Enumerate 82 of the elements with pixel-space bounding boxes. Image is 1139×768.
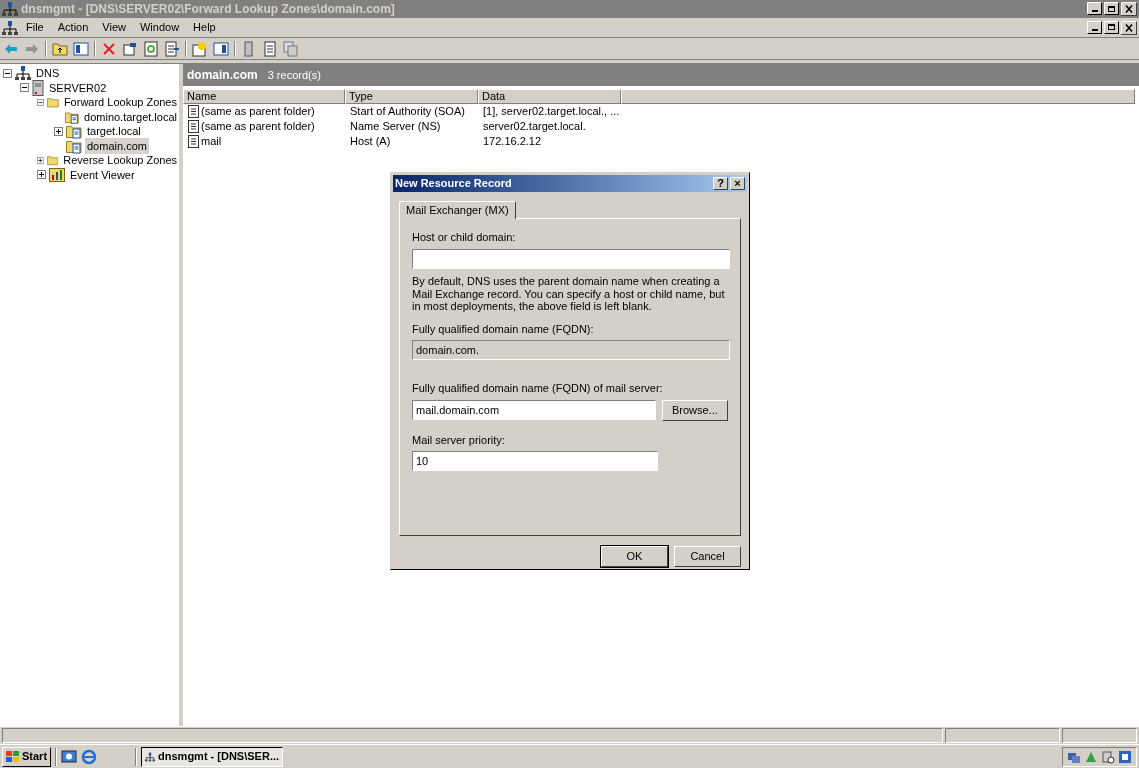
close-button[interactable] — [1121, 2, 1137, 16]
help-button[interactable]: ? — [713, 176, 728, 190]
tree-item[interactable]: Forward Lookup Zones — [61, 94, 179, 111]
collapse-toggle[interactable] — [20, 83, 29, 93]
minimize-button[interactable] — [1087, 2, 1102, 15]
restore-button[interactable] — [1104, 2, 1119, 15]
restore-button[interactable] — [1104, 20, 1119, 34]
window-title: dnsmgmt - [DNS\SERVER02\Forward Lookup Zones\domain.com] — [21, 1, 395, 18]
table-cell-text: Start of Authority (SOA) — [350, 104, 465, 120]
expand-toggle[interactable] — [37, 155, 44, 165]
field-label: Fully qualified domain name (FQDN) of mail server: — [412, 381, 664, 397]
host-field[interactable] — [412, 249, 730, 270]
expand-toggle[interactable] — [37, 170, 46, 180]
tray-icon[interactable] — [1101, 749, 1115, 764]
table-cell-text: 172.16.2.12 — [483, 134, 542, 150]
minimize-button[interactable] — [1087, 20, 1102, 34]
record-count: 3 record(s) — [267, 67, 321, 83]
desktop-icon[interactable] — [61, 748, 78, 765]
properties-icon[interactable] — [122, 40, 138, 57]
tree-item[interactable]: Reverse Lookup Zones — [61, 152, 179, 169]
panel-toggle-icon[interactable] — [73, 40, 89, 57]
network-icon — [2, 1, 18, 17]
table-cell-text: Host (A) — [350, 134, 391, 150]
table-cell-text: (same as parent folder) — [201, 119, 315, 135]
column-header[interactable]: Name — [183, 89, 345, 104]
fqdn-field: domain.com. — [412, 340, 730, 361]
close-button[interactable] — [1121, 20, 1137, 35]
windows-logo-icon — [6, 750, 20, 763]
field-label: Host or child domain: — [412, 229, 517, 245]
help-icon[interactable] — [192, 40, 208, 57]
panel-toggle-icon[interactable] — [213, 40, 229, 57]
record-icon — [188, 105, 199, 118]
expand-toggle[interactable] — [54, 126, 63, 136]
start-button[interactable]: Start — [2, 746, 52, 767]
folder-icon — [46, 153, 59, 168]
server-icon — [32, 79, 44, 96]
menu-item[interactable]: View — [96, 19, 132, 36]
tree-item[interactable]: target.local — [85, 123, 143, 140]
refresh-icon[interactable] — [143, 40, 159, 57]
cancel-button[interactable]: Cancel — [674, 546, 741, 567]
browse-button[interactable]: Browse... — [661, 399, 728, 421]
menu-item[interactable]: Action — [51, 19, 95, 36]
collapse-toggle[interactable] — [3, 68, 12, 78]
delete-icon[interactable] — [101, 40, 117, 57]
ok-button[interactable]: OK — [601, 546, 668, 567]
help-text: By default, DNS uses the parent domain name when creating a Mail Exchange record. You can specify a host or child name, but in most deployments, the above field is left blank. — [412, 275, 726, 313]
field-label: Mail server priority: — [412, 432, 506, 448]
folder-icon — [46, 95, 59, 110]
tree-item[interactable]: Event Viewer — [68, 166, 137, 183]
taskbar-button[interactable]: dnsmgmt - [DNS\SER... — [141, 746, 284, 767]
zone-folder-icon — [66, 123, 82, 140]
tree-item[interactable]: DNS — [34, 65, 62, 82]
dialog-title: New Resource Record — [395, 176, 512, 192]
column-header[interactable]: Data — [478, 89, 621, 104]
browser-icon[interactable] — [81, 748, 98, 765]
record-icon — [188, 135, 199, 148]
table-cell-text: (same as parent folder) — [201, 104, 315, 120]
table-cell-text: server02.target.local. — [483, 119, 586, 135]
mail-server-field[interactable]: mail.domain.com — [412, 399, 656, 420]
network-icon — [2, 19, 18, 36]
tray-icon[interactable] — [1118, 749, 1132, 764]
pane-title: domain.com — [187, 67, 258, 84]
export-list-icon[interactable] — [164, 40, 180, 57]
record-icon — [188, 120, 199, 133]
collapse-toggle[interactable] — [37, 97, 44, 107]
tree-item[interactable]: SERVER02 — [47, 79, 109, 96]
table-cell-text: mail — [201, 134, 222, 150]
tab[interactable]: Mail Exchanger (MX) — [399, 200, 516, 219]
table-cell-text: [1], server02.target.local., ... — [483, 104, 620, 120]
network-icon — [15, 65, 31, 82]
table-cell-text: Name Server (NS) — [350, 119, 441, 135]
folder-up-icon[interactable] — [52, 40, 68, 57]
menu-item[interactable]: Help — [187, 19, 222, 36]
close-button[interactable]: × — [730, 176, 745, 190]
document-icon[interactable] — [262, 40, 278, 57]
menu-item[interactable]: Window — [133, 19, 186, 36]
menu-item[interactable]: File — [20, 19, 50, 36]
tree-item[interactable]: domino.target.local — [82, 108, 179, 125]
priority-field[interactable]: 10 — [412, 451, 658, 472]
column-header[interactable]: Type — [345, 89, 478, 104]
tree-item[interactable]: domain.com — [85, 137, 149, 154]
field-label: Fully qualified domain name (FQDN): — [412, 321, 595, 337]
